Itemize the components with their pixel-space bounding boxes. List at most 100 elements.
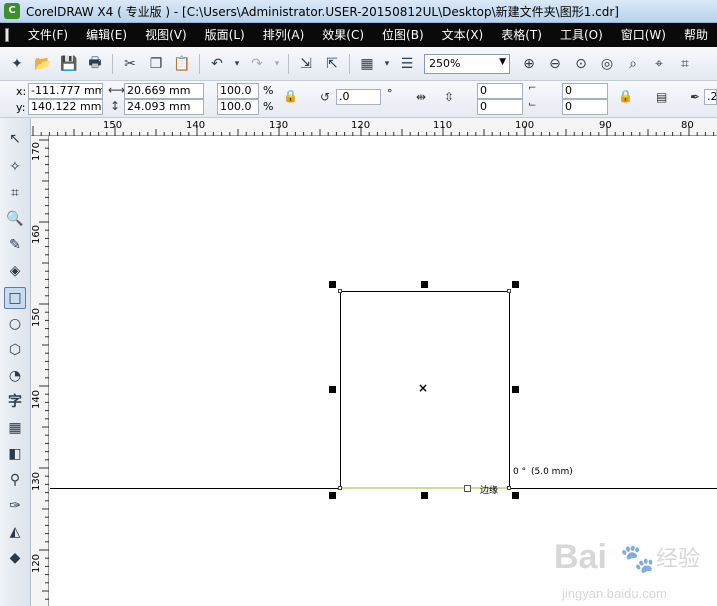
- launcher-dropdown-icon[interactable]: ▾: [382, 53, 392, 75]
- menu-window[interactable]: 窗口(W): [612, 23, 675, 47]
- export-icon[interactable]: ⇱: [321, 53, 343, 75]
- vertical-ruler[interactable]: 170 160 150 140 130 120: [31, 136, 49, 606]
- watermark-url: jingyan.baidu.com: [561, 586, 667, 601]
- open-folder-icon[interactable]: 📂: [32, 53, 54, 75]
- interactive-blend-tool-icon[interactable]: ◧: [4, 443, 26, 465]
- new-document-icon[interactable]: ✦: [6, 53, 28, 75]
- basic-shapes-tool-icon[interactable]: ◔: [4, 365, 26, 387]
- interactive-fill-tool-icon[interactable]: ◆: [4, 547, 26, 569]
- menu-bitmaps[interactable]: 位图(B): [373, 23, 433, 47]
- corner-roundness-top-right[interactable]: 0: [562, 83, 608, 99]
- rectangle-tool-icon[interactable]: □: [4, 287, 26, 309]
- copy-icon[interactable]: ❐: [145, 53, 167, 75]
- menu-arrange[interactable]: 排列(A): [254, 23, 314, 47]
- zoom-level-select[interactable]: 250% ▼: [424, 53, 510, 74]
- rectangle-node[interactable]: [338, 486, 342, 490]
- smart-fill-tool-icon[interactable]: ◈: [4, 260, 26, 282]
- zoom-tool-icon[interactable]: 🔍: [4, 208, 26, 230]
- print-icon[interactable]: 🖶: [84, 53, 106, 75]
- rectangle-node[interactable]: [507, 289, 511, 293]
- height-field[interactable]: 24.093 mm: [124, 99, 204, 115]
- watermark-brand-cn: 经验: [656, 547, 700, 572]
- scale-y-field[interactable]: 100.0: [217, 99, 259, 115]
- text-tool-icon[interactable]: 字: [4, 390, 26, 412]
- eyedropper-tool-icon[interactable]: ⚲: [4, 469, 26, 491]
- corner-roundness-top-left[interactable]: 0: [477, 83, 523, 99]
- paste-icon[interactable]: 📋: [171, 53, 193, 75]
- zoom-width-icon[interactable]: ⌖: [648, 53, 670, 75]
- ellipse-tool-icon[interactable]: ○: [4, 313, 26, 335]
- menu-text[interactable]: 文本(X): [433, 23, 493, 47]
- menu-edit[interactable]: 编辑(E): [77, 23, 136, 47]
- undo-icon[interactable]: ↶: [206, 53, 228, 75]
- scale-x-percent: %: [263, 84, 274, 97]
- rectangle-node[interactable]: [338, 289, 342, 293]
- fill-tool-icon[interactable]: ◭: [4, 521, 26, 543]
- menu-help[interactable]: 帮助: [675, 23, 717, 47]
- redo-icon[interactable]: ↷: [246, 53, 268, 75]
- zoom-out-icon[interactable]: ⊖: [544, 53, 566, 75]
- pick-tool-icon[interactable]: ↖: [4, 128, 26, 150]
- window-title: CorelDRAW X4 ( 专业版 ) - [C:\Users\Adminis…: [26, 4, 619, 19]
- outline-tool-icon[interactable]: ✑: [4, 495, 26, 517]
- corner-bracket-icon: ⌙: [528, 99, 537, 110]
- zoom-all-objects-icon[interactable]: ◎: [596, 53, 618, 75]
- selection-handle-top-right[interactable]: [512, 281, 519, 288]
- redo-dropdown-icon[interactable]: ▾: [272, 53, 282, 75]
- property-bar: x: y: -111.777 mm 140.122 mm ⟷ ↕ 20.669 …: [0, 81, 717, 118]
- menu-file[interactable]: 文件(F): [19, 23, 77, 47]
- selection-handle-bottom[interactable]: [421, 492, 428, 499]
- watermark-paw-icon: 🐾: [620, 542, 655, 575]
- round-corners-together-lock-icon[interactable]: 🔒: [618, 89, 633, 103]
- snap-distance-readout: (5.0 mm): [531, 467, 573, 477]
- rotation-center-icon[interactable]: ×: [418, 381, 428, 395]
- ruler-label: 110: [433, 120, 453, 131]
- menu-view[interactable]: 视图(V): [136, 23, 196, 47]
- selection-handle-top[interactable]: [421, 281, 428, 288]
- separator: [199, 53, 200, 74]
- zoom-in-icon[interactable]: ⊕: [518, 53, 540, 75]
- selection-handle-right[interactable]: [512, 386, 519, 393]
- zoom-height-icon[interactable]: ⌗: [674, 53, 696, 75]
- scale-x-field[interactable]: 100.0: [217, 83, 259, 99]
- cut-icon[interactable]: ✂: [119, 53, 141, 75]
- selection-handle-left[interactable]: [329, 386, 336, 393]
- rectangle-node[interactable]: [507, 486, 511, 490]
- rotation-angle-field[interactable]: .0: [336, 89, 381, 105]
- shape-tool-icon[interactable]: ✧: [4, 156, 26, 178]
- horizontal-ruler[interactable]: 150 140 130 120 110 100 90 80: [31, 118, 717, 136]
- corner-roundness-bottom-right[interactable]: 0: [562, 99, 608, 115]
- application-launcher-icon[interactable]: ▦: [356, 53, 378, 75]
- selection-handle-bottom-left[interactable]: [329, 492, 336, 499]
- zoom-selected-icon[interactable]: ⊙: [570, 53, 592, 75]
- menu-table[interactable]: 表格(T): [492, 23, 551, 47]
- document-icon[interactable]: [5, 28, 9, 42]
- corner-roundness-bottom-left[interactable]: 0: [477, 99, 523, 115]
- mirror-vertical-icon[interactable]: ⇳: [444, 90, 454, 104]
- zoom-page-icon[interactable]: ⌕: [622, 53, 644, 75]
- watermark-brand: Bai: [554, 538, 607, 576]
- freehand-tool-icon[interactable]: ✎: [4, 234, 26, 256]
- wrap-text-icon[interactable]: ▤: [656, 90, 667, 104]
- x-position-field[interactable]: -111.777 mm: [28, 83, 103, 99]
- save-icon[interactable]: 💾: [58, 53, 80, 75]
- menu-effects[interactable]: 效果(C): [313, 23, 373, 47]
- lock-ratio-icon[interactable]: 🔒: [283, 89, 298, 103]
- mirror-horizontal-icon[interactable]: ⇹: [416, 90, 426, 104]
- polygon-tool-icon[interactable]: ⬡: [4, 339, 26, 361]
- width-field[interactable]: 20.669 mm: [124, 83, 204, 99]
- selection-handle-top-left[interactable]: [329, 281, 336, 288]
- welcome-screen-icon[interactable]: ☰: [396, 53, 418, 75]
- y-position-field[interactable]: 140.122 mm: [28, 99, 103, 115]
- drawing-canvas[interactable]: × 0 ° (5.0 mm) 边缘 Bai 🐾 经验 jingyan.baidu…: [50, 137, 717, 606]
- corner-bracket-icon: ⌐: [528, 83, 537, 94]
- table-tool-icon[interactable]: ▦: [4, 417, 26, 439]
- baidu-jingyan-watermark: Bai 🐾 经验 jingyan.baidu.com: [554, 538, 700, 601]
- menu-layout[interactable]: 版面(L): [196, 23, 254, 47]
- outline-width-field[interactable]: .2: [704, 89, 717, 105]
- undo-dropdown-icon[interactable]: ▾: [232, 53, 242, 75]
- crop-tool-icon[interactable]: ⌗: [4, 182, 26, 204]
- import-icon[interactable]: ⇲: [295, 53, 317, 75]
- selection-handle-bottom-right[interactable]: [512, 492, 519, 499]
- menu-tools[interactable]: 工具(O): [551, 23, 612, 47]
